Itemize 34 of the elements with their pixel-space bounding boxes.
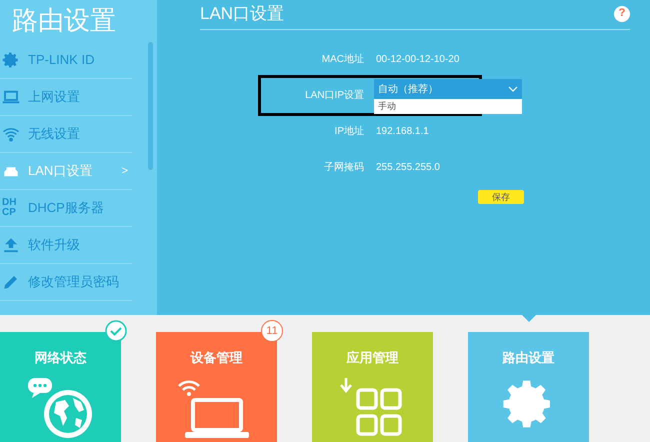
field-label: LAN口IP设置 [304, 88, 364, 103]
help-button[interactable]: ? [614, 6, 630, 22]
sidebar-item[interactable]: DH CP DHCP服务器 [0, 190, 132, 227]
sidebar-item[interactable]: 无线设置 [0, 116, 132, 153]
field-value: 00-12-00-12-10-20 [376, 53, 460, 67]
app-tile[interactable]: 应用管理 [312, 332, 433, 442]
scrollbar[interactable] [148, 42, 153, 170]
laptop-icon [2, 88, 20, 106]
save-button[interactable]: 保存 [478, 190, 524, 204]
field-label: MAC地址 [320, 52, 364, 67]
pencil-icon [2, 273, 20, 291]
upload-icon [2, 236, 20, 254]
count-badge: 11 [261, 320, 283, 342]
dropdown-option[interactable]: 手动 [374, 99, 522, 114]
sidebar-item[interactable]: LAN口设置 > [0, 153, 132, 190]
arrow-text: > [122, 164, 128, 179]
field-value: 255.255.255.0 [376, 161, 440, 175]
chevron-down-icon [508, 86, 518, 92]
field-label: 子网掩码 [323, 161, 364, 175]
sidebar-item[interactable]: TP-LINK ID [0, 42, 132, 79]
field-label: IP地址 [334, 124, 364, 139]
dropdown-field[interactable]: 自动（推荐） [374, 79, 522, 99]
sidebar-item[interactable]: 软件升级 [0, 227, 132, 264]
gear-icon [2, 51, 20, 69]
check-badge-icon [105, 320, 127, 342]
sidebar-item[interactable]: 修改管理员密码 [0, 264, 132, 301]
sidebar-title: 路由设置 [11, 4, 117, 37]
dhcp-icon: DH CP [2, 198, 20, 218]
field-value: 192.168.1.1 [376, 125, 429, 139]
sidebar-item[interactable]: 上网设置 [0, 79, 132, 116]
app-tile[interactable]: 路由设置 [468, 332, 589, 442]
wifi-icon [2, 125, 20, 143]
page-title: LAN口设置 [200, 2, 284, 25]
app-tile[interactable]: 网络状态 [0, 332, 121, 442]
